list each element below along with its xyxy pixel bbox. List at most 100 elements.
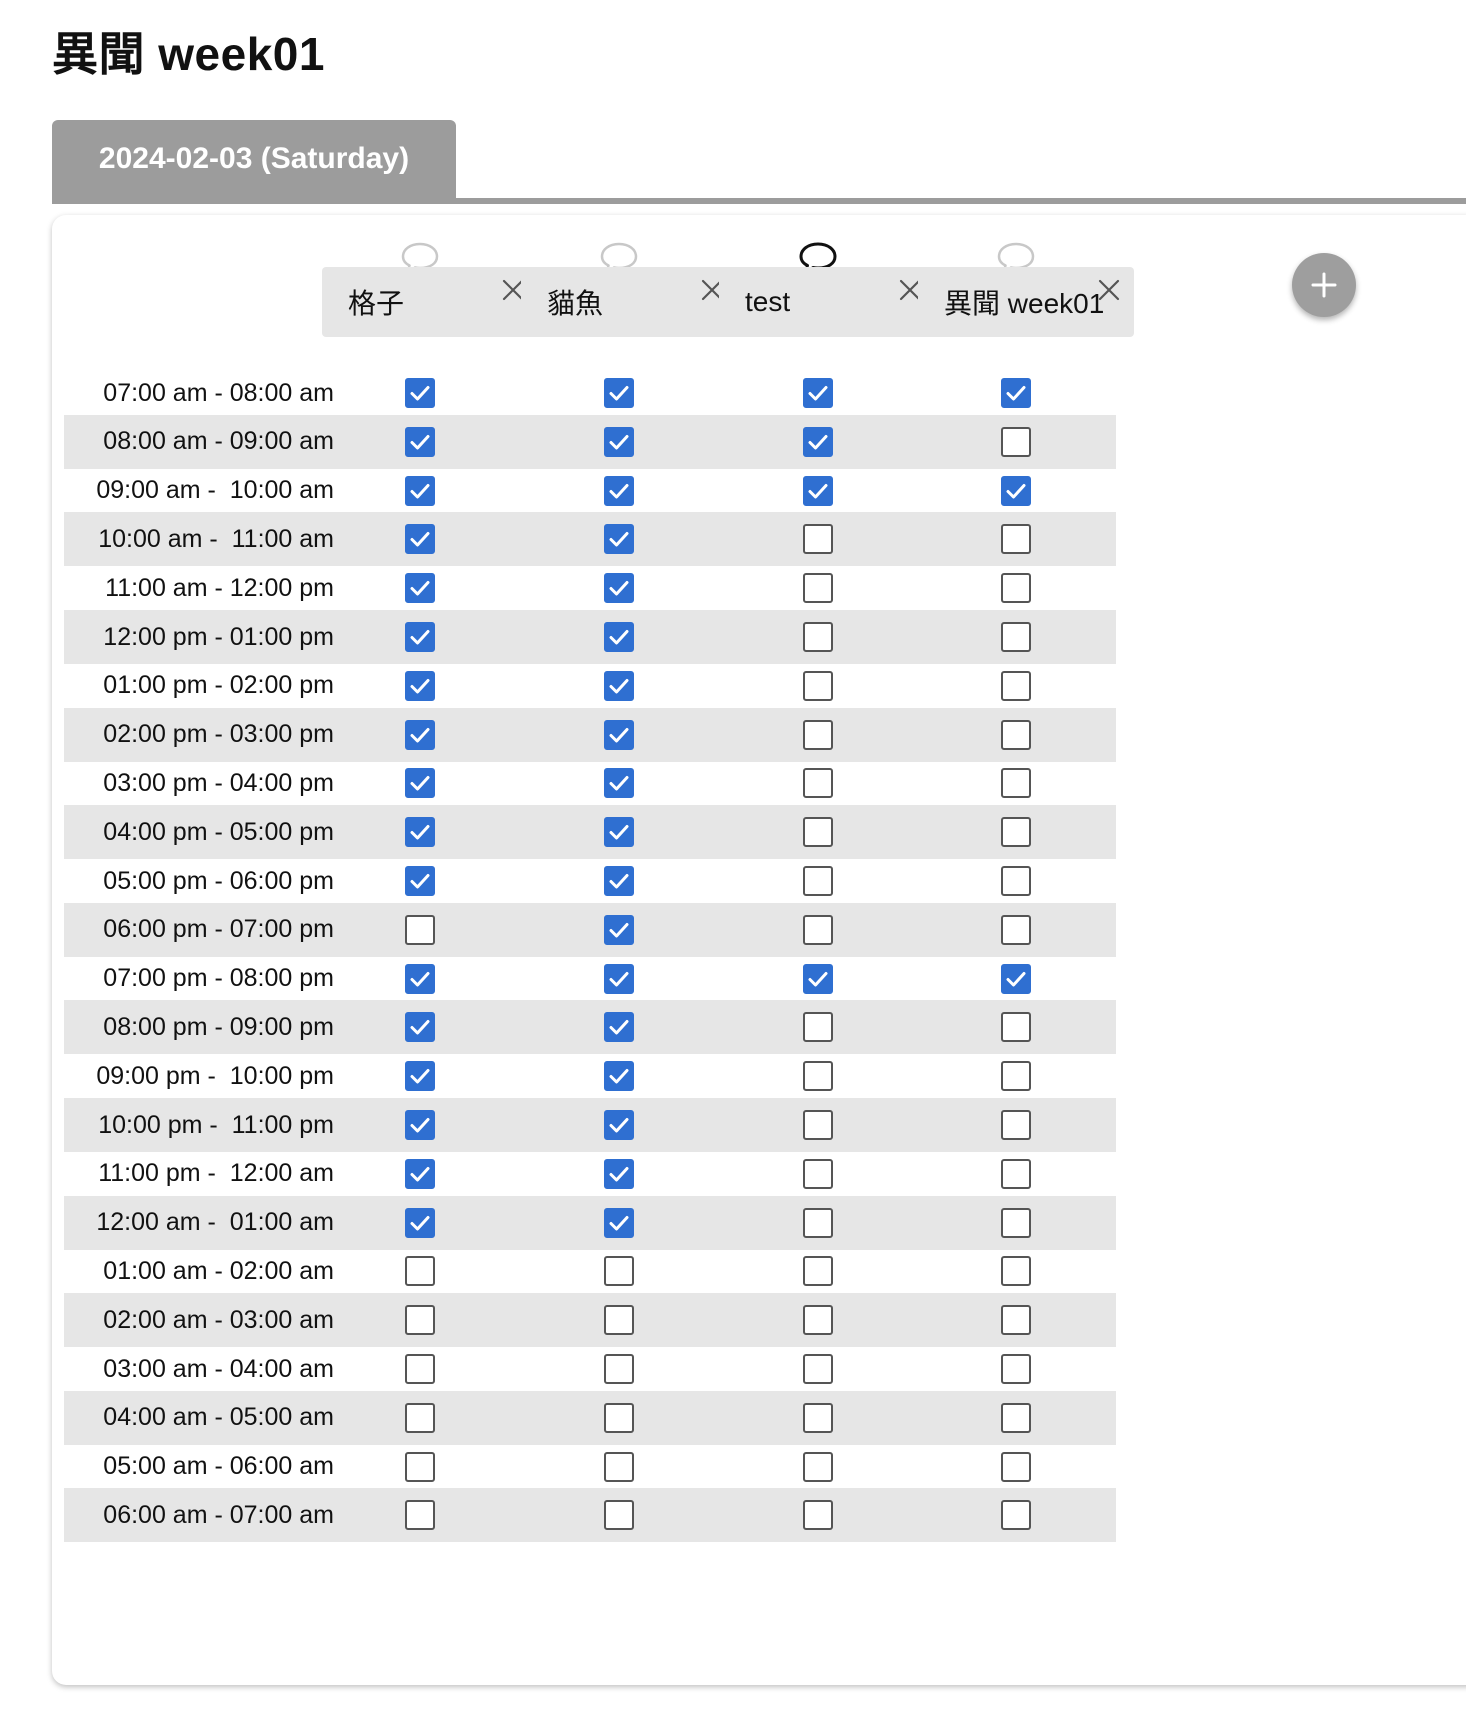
- availability-checkbox[interactable]: [405, 1451, 435, 1482]
- availability-checkbox[interactable]: [1001, 378, 1031, 408]
- availability-checkbox[interactable]: [803, 524, 833, 555]
- availability-checkbox[interactable]: [405, 1012, 435, 1043]
- availability-checkbox[interactable]: [1001, 719, 1031, 750]
- availability-checkbox[interactable]: [604, 524, 634, 555]
- availability-checkbox[interactable]: [604, 475, 634, 506]
- availability-checkbox[interactable]: [405, 1354, 435, 1384]
- availability-checkbox[interactable]: [1001, 1012, 1031, 1043]
- availability-checkbox[interactable]: [405, 378, 435, 408]
- availability-checkbox[interactable]: [803, 1158, 833, 1189]
- availability-checkbox[interactable]: [1001, 670, 1031, 701]
- availability-checkbox[interactable]: [604, 1256, 634, 1287]
- availability-checkbox[interactable]: [604, 1110, 634, 1140]
- availability-checkbox[interactable]: [803, 1256, 833, 1287]
- availability-checkbox[interactable]: [803, 573, 833, 604]
- availability-checkbox[interactable]: [604, 817, 634, 848]
- availability-checkbox[interactable]: [803, 1451, 833, 1482]
- availability-checkbox[interactable]: [604, 963, 634, 994]
- tab-date[interactable]: 2024-02-03 (Saturday): [52, 120, 456, 198]
- availability-checkbox[interactable]: [604, 719, 634, 750]
- time-slot-label: 03:00 am - 04:00 am: [103, 1354, 334, 1383]
- availability-checkbox[interactable]: [803, 866, 833, 896]
- availability-checkbox[interactable]: [1001, 1500, 1031, 1531]
- availability-checkbox[interactable]: [1001, 573, 1031, 604]
- availability-checkbox[interactable]: [1001, 475, 1031, 506]
- add-column-button[interactable]: [1292, 253, 1356, 317]
- availability-checkbox[interactable]: [1001, 866, 1031, 896]
- availability-checkbox[interactable]: [803, 1012, 833, 1043]
- availability-checkbox[interactable]: [405, 1402, 435, 1433]
- availability-checkbox[interactable]: [1001, 1110, 1031, 1140]
- availability-checkbox[interactable]: [1001, 1158, 1031, 1189]
- availability-checkbox[interactable]: [405, 1256, 435, 1287]
- availability-checkbox[interactable]: [1001, 524, 1031, 555]
- availability-checkbox[interactable]: [405, 817, 435, 848]
- availability-checkbox[interactable]: [604, 914, 634, 945]
- availability-checkbox[interactable]: [803, 1500, 833, 1531]
- availability-checkbox[interactable]: [405, 426, 435, 457]
- availability-checkbox[interactable]: [405, 1110, 435, 1140]
- availability-checkbox[interactable]: [803, 914, 833, 945]
- availability-checkbox[interactable]: [1001, 1207, 1031, 1238]
- availability-checkbox[interactable]: [1001, 1305, 1031, 1336]
- availability-checkbox[interactable]: [405, 670, 435, 701]
- availability-checkbox[interactable]: [604, 1012, 634, 1043]
- availability-checkbox[interactable]: [803, 963, 833, 994]
- availability-checkbox[interactable]: [405, 768, 435, 799]
- availability-checkbox[interactable]: [604, 1451, 634, 1482]
- availability-checkbox[interactable]: [604, 426, 634, 457]
- availability-checkbox[interactable]: [803, 768, 833, 799]
- availability-checkbox[interactable]: [1001, 963, 1031, 994]
- availability-checkbox[interactable]: [803, 378, 833, 408]
- availability-checkbox[interactable]: [803, 622, 833, 652]
- availability-checkbox[interactable]: [604, 1402, 634, 1433]
- availability-checkbox[interactable]: [405, 1305, 435, 1336]
- availability-checkbox[interactable]: [405, 719, 435, 750]
- availability-checkbox[interactable]: [405, 475, 435, 506]
- availability-checkbox[interactable]: [1001, 1451, 1031, 1482]
- availability-checkbox[interactable]: [405, 1500, 435, 1531]
- availability-checkbox[interactable]: [803, 817, 833, 848]
- availability-checkbox[interactable]: [803, 719, 833, 750]
- availability-checkbox[interactable]: [803, 1207, 833, 1238]
- availability-checkbox[interactable]: [604, 622, 634, 652]
- availability-checkbox[interactable]: [803, 670, 833, 701]
- availability-checkbox[interactable]: [405, 866, 435, 896]
- availability-checkbox[interactable]: [604, 1207, 634, 1238]
- availability-checkbox[interactable]: [1001, 622, 1031, 652]
- availability-checkbox[interactable]: [604, 573, 634, 604]
- availability-checkbox[interactable]: [405, 573, 435, 604]
- availability-checkbox[interactable]: [405, 914, 435, 945]
- availability-checkbox[interactable]: [803, 475, 833, 506]
- availability-checkbox[interactable]: [1001, 1256, 1031, 1287]
- availability-checkbox[interactable]: [1001, 768, 1031, 799]
- availability-checkbox[interactable]: [1001, 1402, 1031, 1433]
- availability-checkbox[interactable]: [405, 524, 435, 555]
- availability-checkbox[interactable]: [604, 1354, 634, 1384]
- availability-checkbox[interactable]: [604, 768, 634, 799]
- availability-checkbox[interactable]: [803, 1354, 833, 1384]
- availability-checkbox[interactable]: [405, 1207, 435, 1238]
- availability-checkbox[interactable]: [405, 1158, 435, 1189]
- availability-checkbox[interactable]: [803, 1402, 833, 1433]
- availability-checkbox[interactable]: [604, 1305, 634, 1336]
- availability-checkbox[interactable]: [1001, 426, 1031, 457]
- availability-checkbox[interactable]: [1001, 914, 1031, 945]
- availability-checkbox[interactable]: [604, 1500, 634, 1531]
- availability-checkbox[interactable]: [604, 866, 634, 896]
- availability-checkbox[interactable]: [405, 622, 435, 652]
- availability-checkbox[interactable]: [604, 1061, 634, 1092]
- availability-checkbox[interactable]: [405, 963, 435, 994]
- availability-checkbox[interactable]: [1001, 817, 1031, 848]
- availability-checkbox[interactable]: [803, 1305, 833, 1336]
- availability-checkbox[interactable]: [803, 1061, 833, 1092]
- availability-checkbox[interactable]: [405, 1061, 435, 1092]
- close-icon[interactable]: [1096, 277, 1122, 303]
- availability-checkbox[interactable]: [604, 378, 634, 408]
- availability-checkbox[interactable]: [604, 1158, 634, 1189]
- availability-checkbox[interactable]: [803, 1110, 833, 1140]
- availability-checkbox[interactable]: [803, 426, 833, 457]
- availability-checkbox[interactable]: [1001, 1354, 1031, 1384]
- availability-checkbox[interactable]: [1001, 1061, 1031, 1092]
- availability-checkbox[interactable]: [604, 670, 634, 701]
